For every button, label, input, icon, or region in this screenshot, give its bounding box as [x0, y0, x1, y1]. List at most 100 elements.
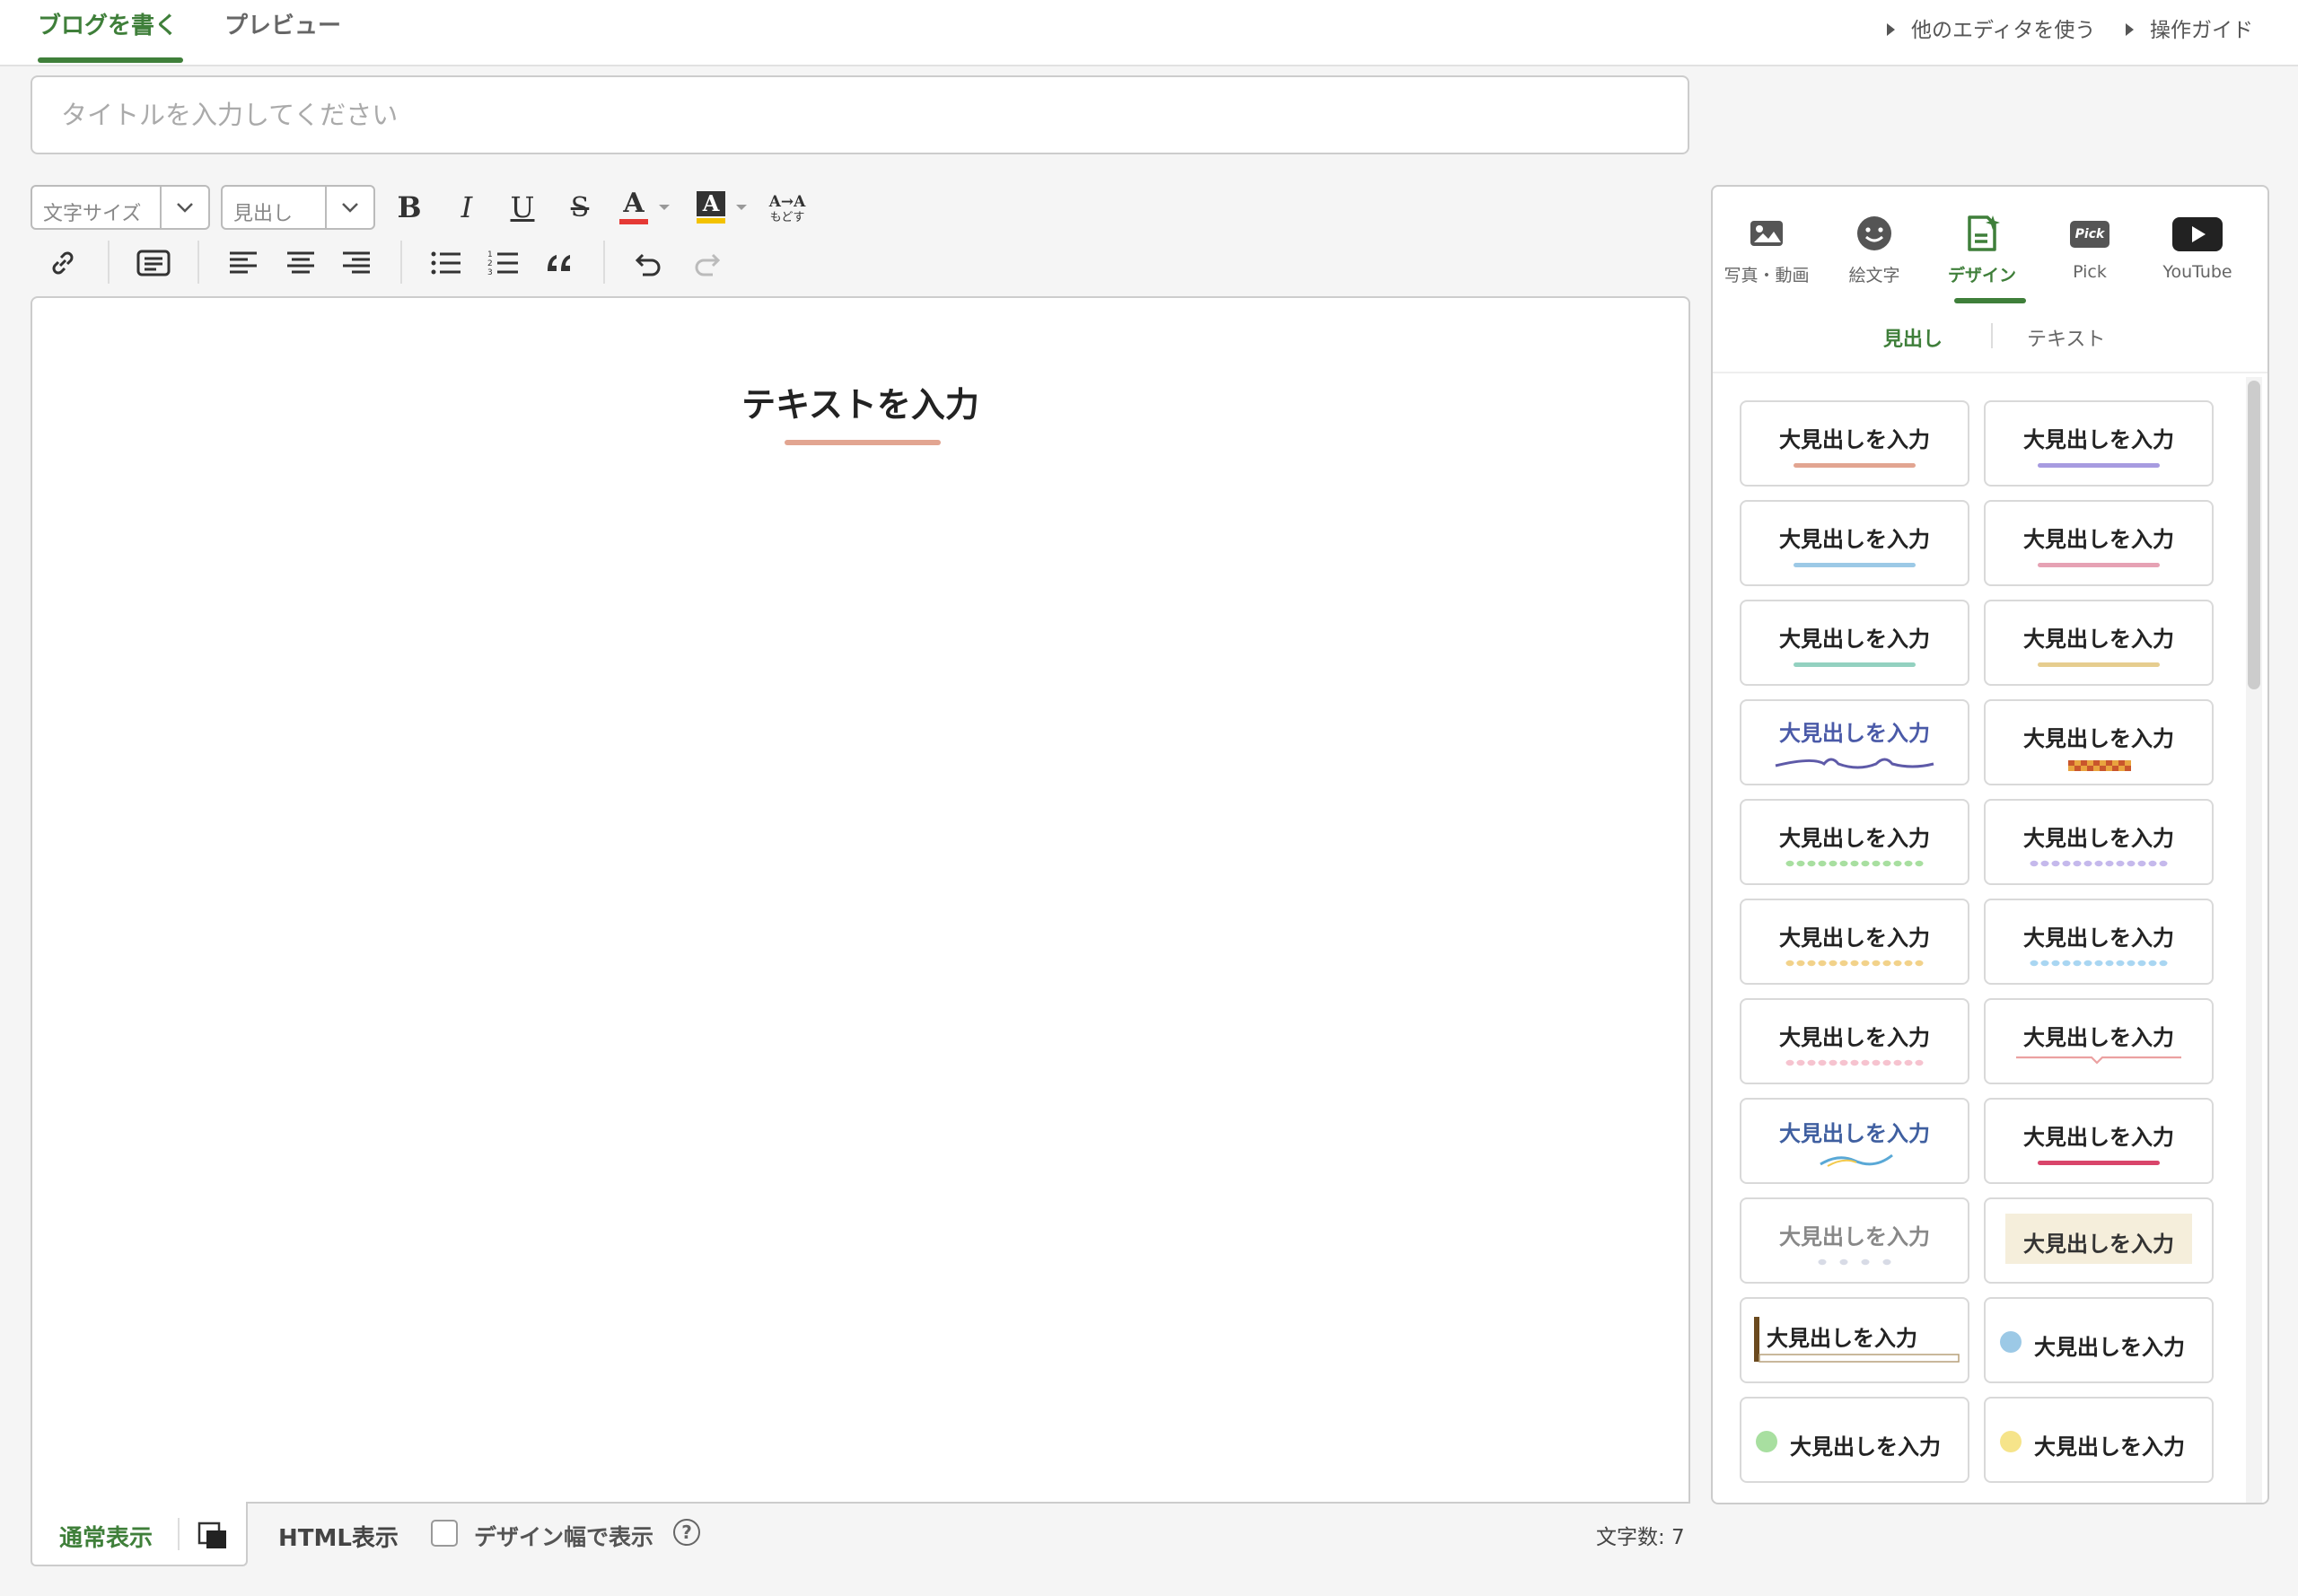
- bullet-list-button[interactable]: [429, 241, 463, 285]
- background-color-button[interactable]: A: [697, 185, 725, 230]
- text-box-button[interactable]: [135, 241, 172, 285]
- heading-template-card[interactable]: 大見出しを入力: [1740, 400, 1969, 487]
- tab-write-blog[interactable]: ブログを書く: [38, 0, 178, 65]
- subtab-separator: [1991, 323, 1993, 348]
- align-left-icon: [230, 251, 257, 274]
- toolbar-separator: [197, 241, 199, 284]
- heading-template-text: 大見出しを入力: [2023, 627, 2174, 652]
- background-color-dropdown[interactable]: [732, 185, 750, 230]
- subtab-heading[interactable]: 見出し: [1883, 323, 1943, 352]
- heading-template-text: 大見出しを入力: [1779, 527, 1930, 552]
- reset-format-bottom: もどす: [769, 211, 805, 224]
- heading-template-card[interactable]: 大見出しを入力: [1740, 998, 1969, 1084]
- operation-guide-label: 操作ガイド: [2150, 19, 2253, 42]
- heading-template-text: 大見出しを入力: [2023, 1025, 2174, 1050]
- toolbar-separator: [603, 241, 605, 284]
- heading-template-card[interactable]: 大見出しを入力: [1984, 1197, 2214, 1284]
- underline-button[interactable]: U: [504, 185, 540, 230]
- sidebar-active-tab-indicator: [1954, 298, 2026, 303]
- undo-button[interactable]: [632, 241, 666, 285]
- heading-template-card[interactable]: 大見出しを入力: [1984, 600, 2214, 686]
- font-color-button[interactable]: A: [619, 185, 648, 230]
- reset-format-top: A→A: [768, 193, 806, 211]
- sidebar-tab-label: Pick: [2073, 262, 2107, 282]
- use-other-editor-link[interactable]: 他のエディタを使う: [1887, 13, 2095, 43]
- photo-icon: [1750, 221, 1783, 246]
- sidebar-tab-emoji[interactable]: 絵文字: [1820, 214, 1928, 286]
- sidebar-tab-photo[interactable]: 写真・動画: [1713, 214, 1820, 286]
- toolbar-separator: [108, 241, 110, 284]
- font-color-dropdown[interactable]: [655, 185, 673, 230]
- heading-template-text: 大見出しを入力: [2034, 1434, 2185, 1460]
- link-icon: [52, 251, 74, 275]
- align-right-button[interactable]: [339, 241, 373, 285]
- editor-area[interactable]: テキストを入力: [31, 296, 1690, 1504]
- redo-icon: [695, 253, 721, 276]
- heading-template-text: 大見出しを入力: [2023, 527, 2174, 552]
- heading-template-card[interactable]: 大見出しを入力: [1740, 699, 1969, 785]
- triangle-right-icon: [2126, 23, 2134, 36]
- heading-template-card[interactable]: 大見出しを入力: [1984, 1098, 2214, 1184]
- heading-template-card[interactable]: 大見出しを入力: [1984, 1297, 2214, 1383]
- caret-down-icon: [659, 205, 670, 210]
- bullet-list-icon: [431, 251, 460, 275]
- heading-select[interactable]: 見出し: [221, 185, 375, 230]
- heading-template-card[interactable]: 大見出しを入力: [1984, 998, 2214, 1084]
- heading-template-card[interactable]: 大見出しを入力: [1740, 1297, 1969, 1383]
- link-button[interactable]: [45, 241, 81, 285]
- editor-heading[interactable]: テキストを入力: [32, 377, 1688, 426]
- numbered-list-button[interactable]: 1 2 3: [487, 241, 521, 285]
- heading-template-card[interactable]: 大見出しを入力: [1740, 1397, 1969, 1483]
- heading-template-card[interactable]: 大見出しを入力: [1984, 699, 2214, 785]
- redo-button[interactable]: [689, 241, 724, 285]
- use-other-editor-label: 他のエディタを使う: [1911, 19, 2096, 42]
- heading-template-card[interactable]: 大見出しを入力: [1740, 799, 1969, 885]
- reset-format-button[interactable]: A→A もどす: [765, 187, 810, 232]
- heading-template-card[interactable]: 大見出しを入力: [1740, 1098, 1969, 1184]
- heading-template-card[interactable]: 大見出しを入力: [1740, 1197, 1969, 1284]
- heading-template-card[interactable]: 大見出しを入力: [1740, 500, 1969, 586]
- heading-template-text: 大見出しを入力: [1779, 925, 1930, 951]
- font-color-letter: A: [623, 188, 645, 219]
- text-box-icon: [136, 250, 171, 276]
- normal-view-tab[interactable]: 通常表示: [31, 1502, 248, 1566]
- heading-template-card[interactable]: 大見出しを入力: [1984, 799, 2214, 885]
- svg-text:1: 1: [487, 250, 493, 259]
- layers-icon[interactable]: [197, 1521, 228, 1554]
- sidebar-tab-youtube[interactable]: YouTube: [2144, 214, 2251, 282]
- toolbar-separator: [400, 241, 402, 284]
- design-width-checkbox[interactable]: [431, 1520, 458, 1547]
- blockquote-button[interactable]: [542, 241, 576, 285]
- heading-template-card[interactable]: 大見出しを入力: [1984, 899, 2214, 985]
- caret-down-icon: [736, 205, 747, 210]
- html-view-tab[interactable]: HTML表示: [278, 1520, 399, 1553]
- design-icon: [1968, 215, 2000, 251]
- title-input[interactable]: タイトルを入力してください: [31, 75, 1689, 154]
- heading-template-text: 大見出しを入力: [1779, 1025, 1930, 1050]
- subtab-text[interactable]: テキスト: [2027, 323, 2105, 352]
- align-center-button[interactable]: [284, 241, 318, 285]
- sidebar-scrollbar-thumb[interactable]: [2248, 381, 2260, 689]
- heading-template-card[interactable]: 大見出しを入力: [1984, 400, 2214, 487]
- heading-template-text: 大見出しを入力: [2023, 726, 2174, 751]
- design-width-label[interactable]: デザイン幅で表示: [474, 1520, 653, 1552]
- strikethrough-button[interactable]: S: [562, 185, 598, 230]
- help-icon[interactable]: ?: [673, 1519, 700, 1546]
- heading-template-card[interactable]: 大見出しを入力: [1740, 600, 1969, 686]
- sidebar-tab-pick[interactable]: Pick Pick: [2036, 214, 2144, 282]
- active-tab-indicator: [38, 57, 183, 63]
- font-size-select[interactable]: 文字サイズ: [31, 185, 210, 230]
- heading-template-text: 大見出しを入力: [1790, 1434, 1941, 1460]
- bold-button[interactable]: B: [391, 185, 427, 230]
- italic-button[interactable]: I: [449, 185, 485, 230]
- sidebar-tab-design[interactable]: デザイン: [1928, 214, 2036, 286]
- align-left-button[interactable]: [226, 241, 260, 285]
- smiley-icon: [1857, 216, 1891, 250]
- heading-template-card[interactable]: 大見出しを入力: [1984, 1397, 2214, 1483]
- sidebar-tab-label: YouTube: [2162, 262, 2232, 282]
- tab-preview[interactable]: プレビュー: [224, 0, 341, 65]
- heading-template-card[interactable]: 大見出しを入力: [1740, 899, 1969, 985]
- heading-template-text: 大見出しを入力: [1779, 627, 1930, 652]
- operation-guide-link[interactable]: 操作ガイド: [2126, 13, 2253, 43]
- heading-template-card[interactable]: 大見出しを入力: [1984, 500, 2214, 586]
